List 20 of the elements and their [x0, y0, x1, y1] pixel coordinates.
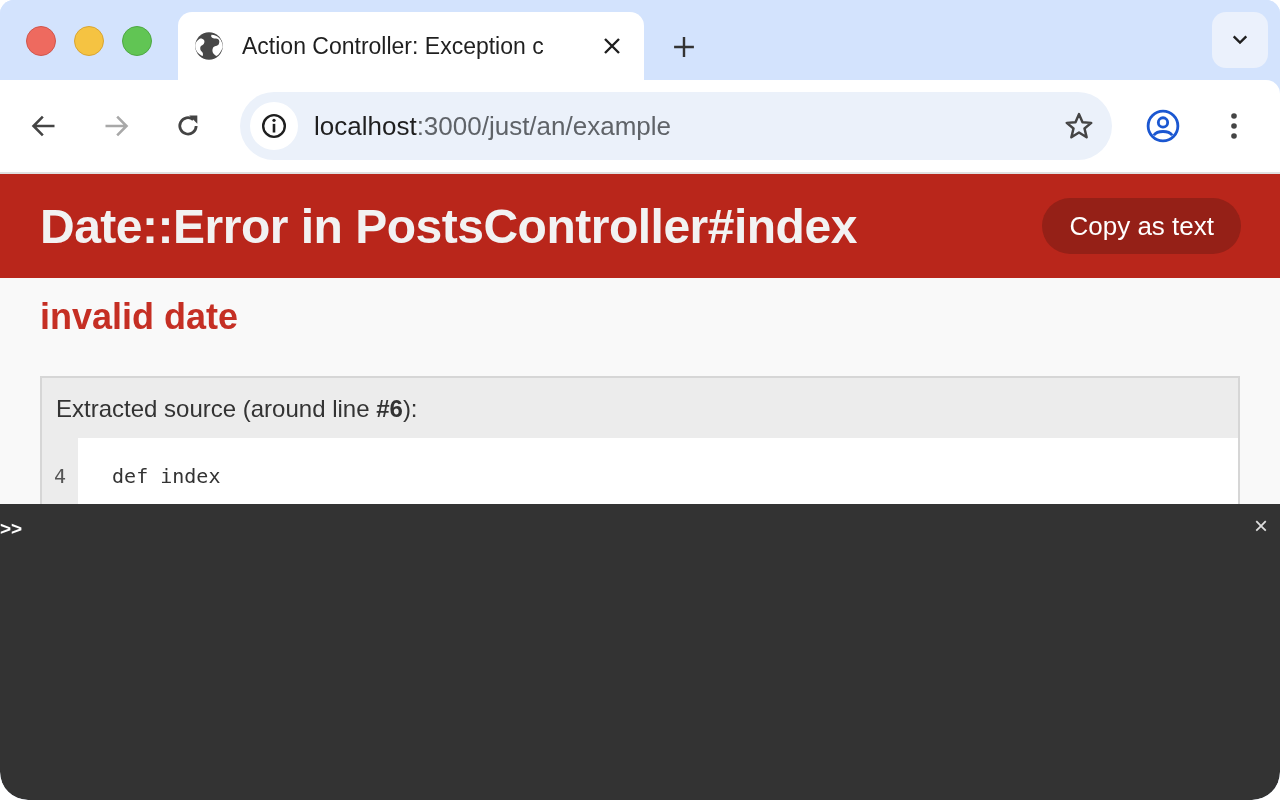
- code-line: def index: [111, 464, 221, 488]
- error-title: Date::Error in PostsController#index: [40, 198, 857, 254]
- tab-title: Action Controller: Exception c: [242, 32, 545, 60]
- copy-as-text-button[interactable]: Copy as text: [1042, 198, 1241, 254]
- source-caption: Extracted source (around line #6):: [55, 394, 419, 424]
- close-window-icon[interactable]: [26, 26, 56, 56]
- console-prompt: >>: [0, 518, 23, 540]
- error-message: invalid date: [40, 296, 240, 338]
- globe-icon: [194, 31, 224, 61]
- close-tab-icon[interactable]: [602, 36, 622, 56]
- address-bar[interactable]: localhost:3000/just/an/example: [240, 92, 1112, 160]
- console-close[interactable]: ×: [1254, 512, 1268, 540]
- profile-icon[interactable]: [1146, 109, 1180, 143]
- info-icon: [261, 113, 287, 139]
- line-number: 4: [52, 463, 67, 490]
- browser-tab[interactable]: Action Controller: Exception c: [178, 12, 644, 80]
- new-tab-icon[interactable]: [673, 36, 695, 58]
- star-icon[interactable]: [1064, 111, 1094, 141]
- url-text: localhost:3000/just/an/example: [314, 110, 672, 142]
- more-options-icon[interactable]: [1230, 112, 1238, 140]
